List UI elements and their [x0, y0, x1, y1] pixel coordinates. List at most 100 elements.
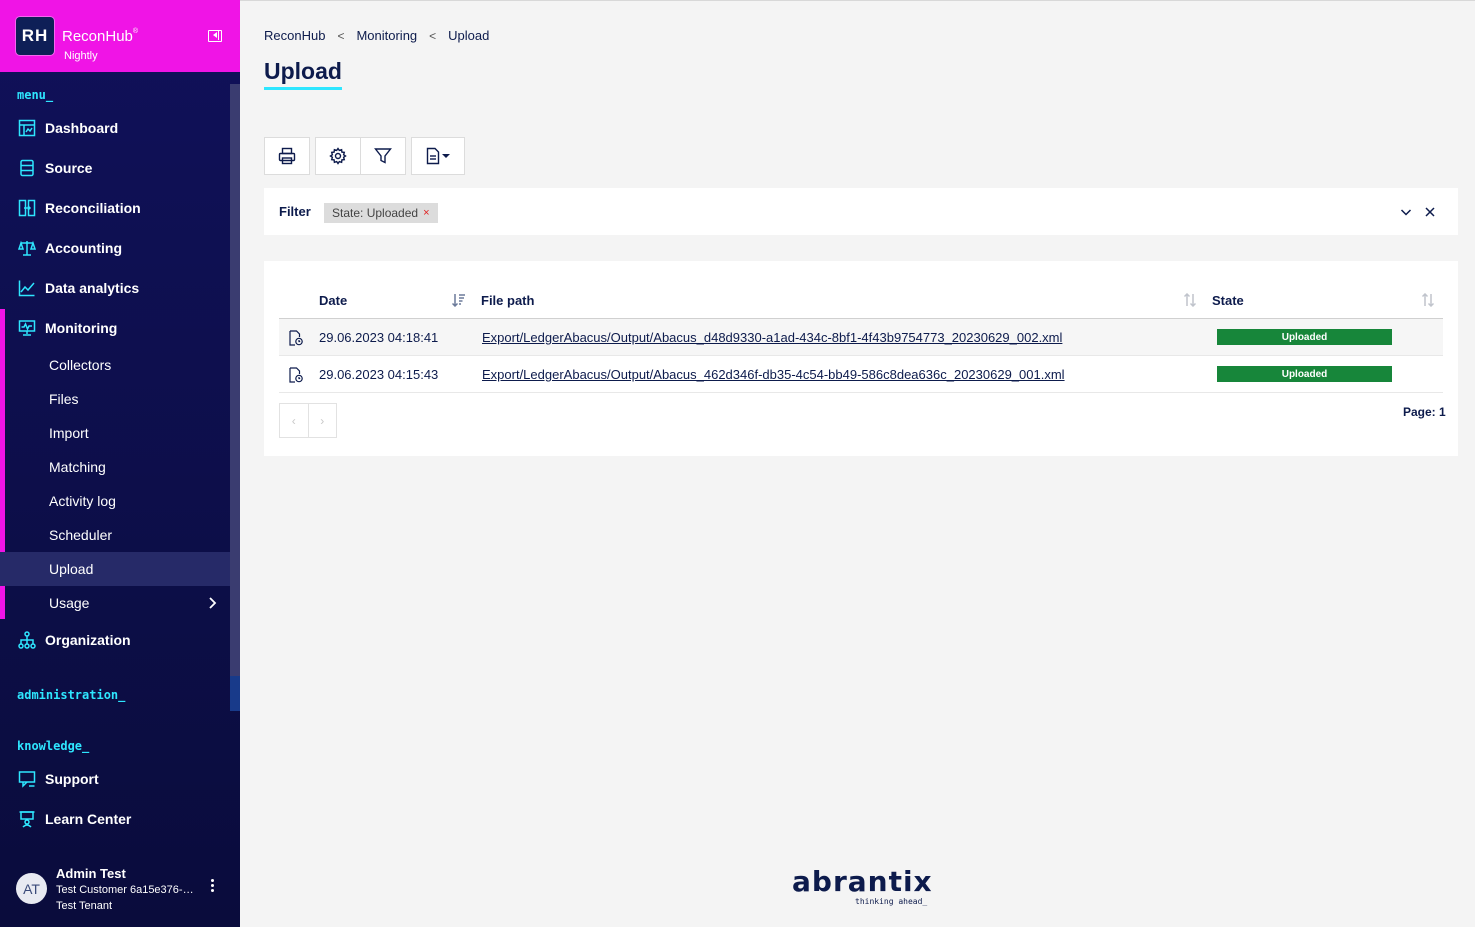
- avatar[interactable]: AT: [16, 873, 47, 904]
- brand-subtitle: Nightly: [64, 50, 98, 62]
- sidebar-scrollbar-thumb[interactable]: [230, 676, 240, 711]
- sidebar-item-organization[interactable]: Organization: [0, 622, 230, 658]
- prev-page-button[interactable]: ‹: [280, 404, 309, 437]
- file-clock-icon: [289, 330, 303, 346]
- chevron-down-icon[interactable]: [1400, 206, 1412, 218]
- sidebar-item-data-analytics[interactable]: Data analytics: [0, 270, 230, 306]
- scale-icon: [18, 240, 36, 256]
- sidebar-item-label: Learn Center: [45, 811, 132, 827]
- settings-button[interactable]: [315, 137, 361, 175]
- dashboard-icon: [18, 119, 36, 137]
- sidebar-subitem-label: Import: [49, 425, 89, 441]
- user-menu-icon[interactable]: [211, 879, 215, 895]
- sidebar-subitem-activity-log[interactable]: Activity log: [0, 484, 230, 518]
- filter-chip-label: State: Uploaded: [332, 206, 419, 220]
- sidebar-item-label: Data analytics: [45, 280, 140, 296]
- sidebar-item-accounting[interactable]: Accounting: [0, 230, 230, 266]
- user-tenant: Test Tenant: [56, 900, 113, 912]
- sidebar-item-support[interactable]: Support: [0, 761, 230, 797]
- table-row[interactable]: 29.06.2023 04:15:43 Export/LedgerAbacus/…: [279, 356, 1443, 393]
- learn-icon: [19, 811, 35, 828]
- filter-button[interactable]: [360, 137, 406, 175]
- row-file-path-link[interactable]: Export/LedgerAbacus/Output/Abacus_462d34…: [482, 367, 1065, 382]
- abrantix-logo: abrantix: [792, 865, 933, 898]
- sidebar-subitem-files[interactable]: Files: [0, 382, 230, 416]
- remove-chip-icon[interactable]: ×: [423, 207, 429, 219]
- sidebar-item-reconciliation[interactable]: Reconciliation: [0, 190, 230, 226]
- filter-icon: [374, 148, 392, 164]
- sort-desc-icon[interactable]: [452, 293, 466, 307]
- chart-icon: [18, 280, 35, 297]
- user-name: Admin Test: [56, 866, 126, 881]
- filter-label: Filter: [279, 204, 311, 219]
- sidebar-subitem-collectors[interactable]: Collectors: [0, 348, 230, 382]
- menu-section-label: menu_: [17, 88, 54, 102]
- sidebar-scrollbar[interactable]: [230, 84, 240, 711]
- breadcrumb-monitoring[interactable]: Monitoring: [356, 28, 417, 43]
- database-icon: [20, 159, 34, 177]
- export-dropdown-button[interactable]: [411, 137, 465, 175]
- sidebar-item-label: Support: [45, 771, 99, 787]
- row-file-path-link[interactable]: Export/LedgerAbacus/Output/Abacus_d48d93…: [482, 330, 1062, 345]
- monitor-icon: [18, 320, 36, 336]
- upload-table: Date File path State 29.06.2023 04:18:41…: [264, 261, 1458, 456]
- page-title: Upload: [264, 58, 342, 90]
- breadcrumb-upload: Upload: [448, 28, 490, 43]
- caret-down-icon: [442, 154, 450, 158]
- sidebar-subitem-upload[interactable]: Upload: [0, 552, 230, 586]
- sidebar-subitem-label: Files: [49, 391, 79, 407]
- sidebar-item-label: Organization: [45, 632, 131, 648]
- administration-section-label[interactable]: administration_: [17, 688, 125, 702]
- sidebar-subitem-label: Scheduler: [49, 527, 113, 543]
- sidebar-item-dashboard[interactable]: Dashboard: [0, 110, 230, 146]
- sidebar-item-learn-center[interactable]: Learn Center: [0, 801, 230, 837]
- brand-name: ReconHub®: [62, 28, 139, 45]
- column-header-file-path[interactable]: File path: [481, 293, 534, 308]
- printer-icon: [278, 147, 296, 165]
- reconhub-logo[interactable]: RH: [16, 17, 54, 55]
- sidebar-item-monitoring[interactable]: Monitoring: [0, 310, 230, 346]
- close-icon[interactable]: [1424, 206, 1436, 218]
- sort-icon[interactable]: [1421, 293, 1435, 307]
- knowledge-section-label: knowledge_: [17, 739, 90, 753]
- main-content: ReconHub < Monitoring < Upload Upload Fi…: [240, 0, 1475, 927]
- sidebar-item-label: Monitoring: [45, 320, 118, 336]
- gear-icon: [329, 147, 347, 165]
- status-badge: Uploaded: [1217, 329, 1392, 345]
- filter-bar: Filter State: Uploaded ×: [264, 188, 1458, 235]
- sidebar-item-label: Reconciliation: [45, 200, 141, 216]
- column-header-state[interactable]: State: [1212, 293, 1244, 308]
- sort-icon[interactable]: [1183, 293, 1197, 307]
- chevron-right-icon: [209, 597, 217, 609]
- sidebar-subitem-label: Upload: [49, 561, 94, 577]
- org-icon: [18, 631, 36, 649]
- brand-header: RH ReconHub® Nightly: [0, 0, 240, 72]
- row-date: 29.06.2023 04:15:43: [319, 367, 439, 382]
- row-date: 29.06.2023 04:18:41: [319, 330, 439, 345]
- breadcrumb-reconhub[interactable]: ReconHub: [264, 28, 325, 43]
- sidebar-subitem-label: Collectors: [49, 357, 112, 373]
- user-customer: Test Customer 6a15e376-a...: [56, 884, 196, 896]
- column-header-date[interactable]: Date: [319, 293, 347, 308]
- sidebar-item-source[interactable]: Source: [0, 150, 230, 186]
- sidebar-subitem-import[interactable]: Import: [0, 416, 230, 450]
- sidebar-item-label: Dashboard: [45, 120, 119, 136]
- breadcrumb-separator-icon: <: [337, 28, 345, 43]
- next-page-button[interactable]: ›: [309, 404, 337, 437]
- breadcrumb: ReconHub < Monitoring < Upload: [264, 28, 489, 43]
- file-clock-icon: [289, 367, 303, 383]
- filter-chip-state[interactable]: State: Uploaded ×: [324, 203, 438, 223]
- breadcrumb-separator-icon: <: [429, 28, 437, 43]
- sidebar-subitem-scheduler[interactable]: Scheduler: [0, 518, 230, 552]
- collapse-sidebar-icon[interactable]: [208, 30, 222, 42]
- sidebar-item-label: Source: [45, 160, 93, 176]
- page-indicator: Page: 1: [1403, 405, 1446, 419]
- print-button[interactable]: [264, 137, 310, 175]
- sidebar-subitem-label: Matching: [49, 459, 106, 475]
- sidebar-subitem-matching[interactable]: Matching: [0, 450, 230, 484]
- sidebar-subitem-usage[interactable]: Usage: [0, 586, 230, 620]
- abrantix-tagline: thinking ahead_: [855, 897, 928, 906]
- table-row[interactable]: 29.06.2023 04:18:41 Export/LedgerAbacus/…: [279, 319, 1443, 356]
- sidebar: RH ReconHub® Nightly menu_ Dashboard Sou…: [0, 0, 240, 927]
- sidebar-item-label: Accounting: [45, 240, 122, 256]
